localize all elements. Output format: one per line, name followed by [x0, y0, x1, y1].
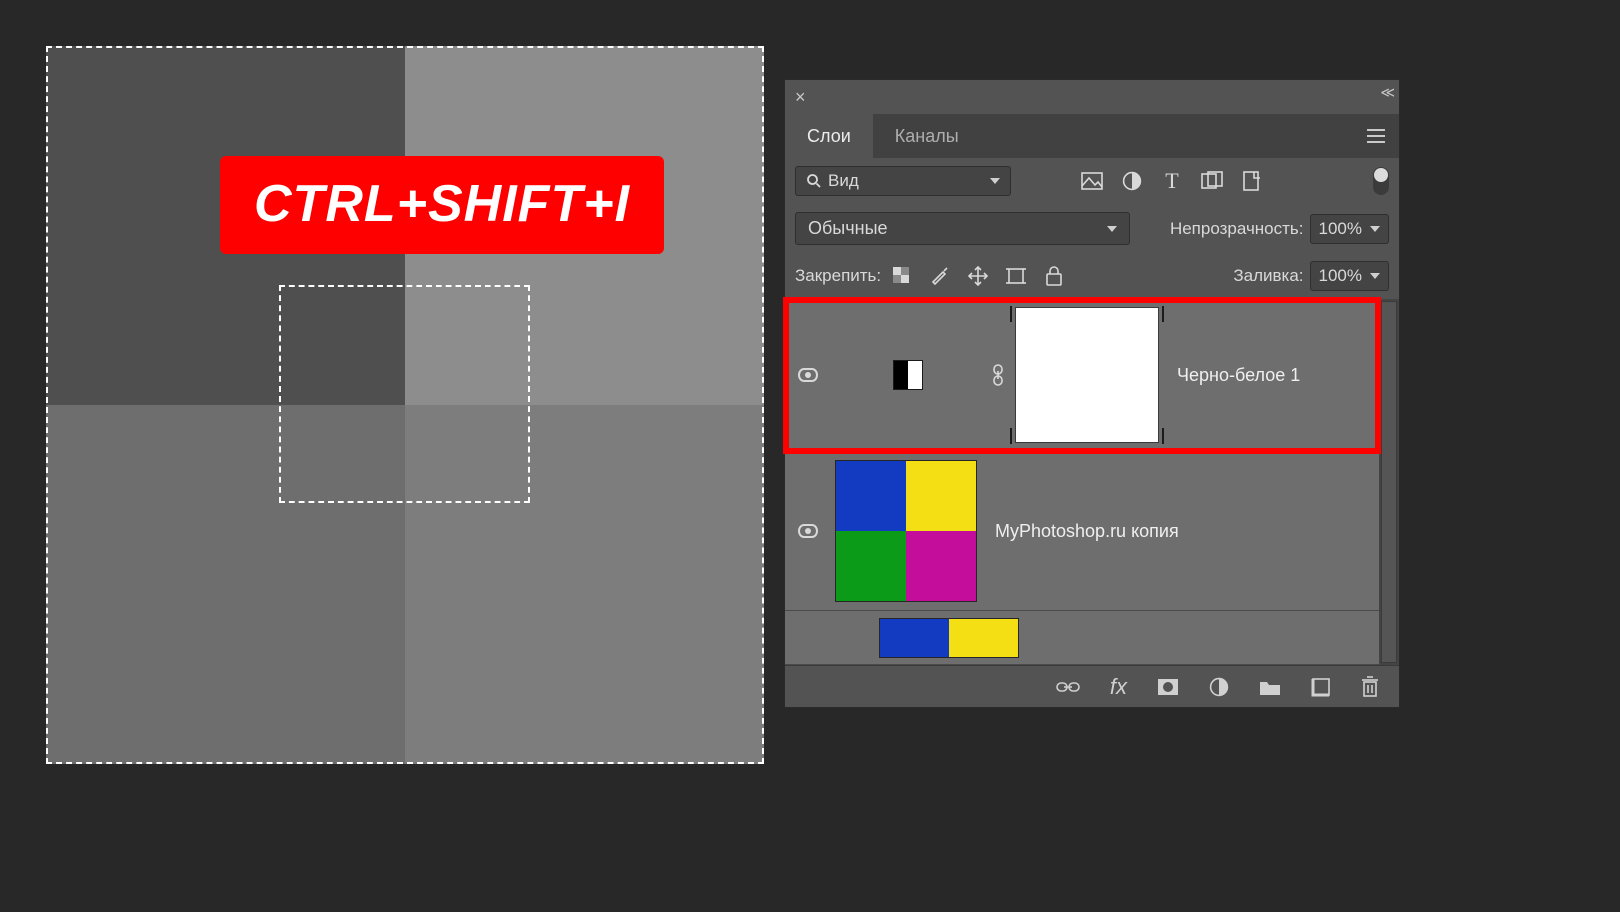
eye-icon	[798, 524, 818, 538]
layer-row-partial[interactable]	[785, 611, 1379, 665]
eye-icon	[798, 368, 818, 382]
layer-filter-kind-dropdown[interactable]: Вид	[795, 166, 1011, 196]
filter-toggle-switch[interactable]	[1373, 167, 1389, 195]
blend-opacity-row: Обычные Непрозрачность: 100%	[785, 204, 1399, 253]
visibility-toggle[interactable]	[791, 368, 825, 382]
chevron-down-icon	[1370, 226, 1380, 232]
layer-name[interactable]: Черно-белое 1	[1177, 365, 1300, 386]
adjustment-thumb[interactable]	[835, 307, 981, 443]
visibility-toggle[interactable]	[791, 524, 825, 538]
lock-label: Закрепить:	[795, 266, 881, 286]
search-icon	[806, 173, 822, 189]
shape-icon[interactable]	[1201, 170, 1223, 192]
fill-value-input[interactable]: 100%	[1310, 261, 1389, 291]
new-layer-icon[interactable]	[1311, 677, 1331, 697]
blend-mode-dropdown[interactable]: Обычные	[795, 212, 1130, 245]
panel-menu-button[interactable]	[1367, 129, 1385, 143]
move-icon[interactable]	[967, 265, 989, 287]
panel-close-button[interactable]: ×	[795, 88, 806, 106]
new-group-icon[interactable]	[1259, 678, 1281, 696]
tab-layers[interactable]: Слои	[785, 114, 873, 158]
scrollbar[interactable]	[1381, 301, 1397, 663]
opacity-value-input[interactable]: 100%	[1310, 214, 1389, 244]
brush-icon[interactable]	[929, 265, 951, 287]
opacity-label[interactable]: Непрозрачность:	[1170, 219, 1304, 239]
shortcut-overlay: CTRL+SHIFT+I	[220, 156, 664, 254]
layer-row-adjustment[interactable]: Черно-белое 1	[785, 299, 1379, 452]
link-icon[interactable]	[991, 364, 1005, 386]
lock-icon[interactable]	[1043, 265, 1065, 287]
chevron-down-icon	[990, 178, 1000, 184]
blend-mode-value: Обычные	[808, 218, 888, 239]
layers-panel: × ≪ Слои Каналы Вид	[785, 80, 1399, 707]
layer-mask-thumb[interactable]	[1015, 307, 1159, 443]
chevron-down-icon	[1370, 273, 1380, 279]
filter-type-icons: T	[1081, 170, 1263, 192]
layer-filter-row: Вид T	[785, 158, 1399, 204]
panel-tabs: Слои Каналы	[785, 114, 1399, 158]
layer-row-image[interactable]: MyPhotoshop.ru копия	[785, 452, 1379, 611]
panel-footer: fx	[785, 665, 1399, 707]
smart-object-icon[interactable]	[1241, 170, 1263, 192]
layer-name[interactable]: MyPhotoshop.ru копия	[995, 521, 1179, 542]
link-layers-icon[interactable]	[1056, 680, 1080, 694]
layer-thumb[interactable]	[879, 618, 1019, 658]
document-canvas[interactable]: CTRL+SHIFT+I	[46, 46, 764, 764]
fill-label[interactable]: Заливка:	[1233, 266, 1303, 286]
lock-fill-row: Закрепить: Заливка: 100%	[785, 253, 1399, 299]
artboard-icon[interactable]	[1005, 265, 1027, 287]
panel-collapse-button[interactable]: ≪	[1380, 84, 1391, 101]
image-icon[interactable]	[1081, 170, 1103, 192]
text-icon[interactable]: T	[1161, 170, 1183, 192]
bw-adjustment-icon	[893, 360, 923, 390]
delete-icon[interactable]	[1361, 676, 1379, 698]
layer-filter-kind-label: Вид	[828, 171, 859, 191]
fx-icon[interactable]: fx	[1110, 674, 1127, 700]
add-mask-icon[interactable]	[1157, 678, 1179, 696]
tab-channels[interactable]: Каналы	[873, 114, 981, 158]
adjust-circle-icon[interactable]	[1121, 170, 1143, 192]
layer-thumb[interactable]	[835, 460, 977, 602]
lock-transparency-icon[interactable]	[891, 265, 913, 287]
canvas-image	[46, 46, 764, 764]
new-adjustment-icon[interactable]	[1209, 677, 1229, 697]
layer-list: Черно-белое 1 MyPhotoshop.ru копия	[785, 299, 1399, 665]
panel-titlebar[interactable]: × ≪	[785, 80, 1399, 114]
chevron-down-icon	[1107, 226, 1117, 232]
